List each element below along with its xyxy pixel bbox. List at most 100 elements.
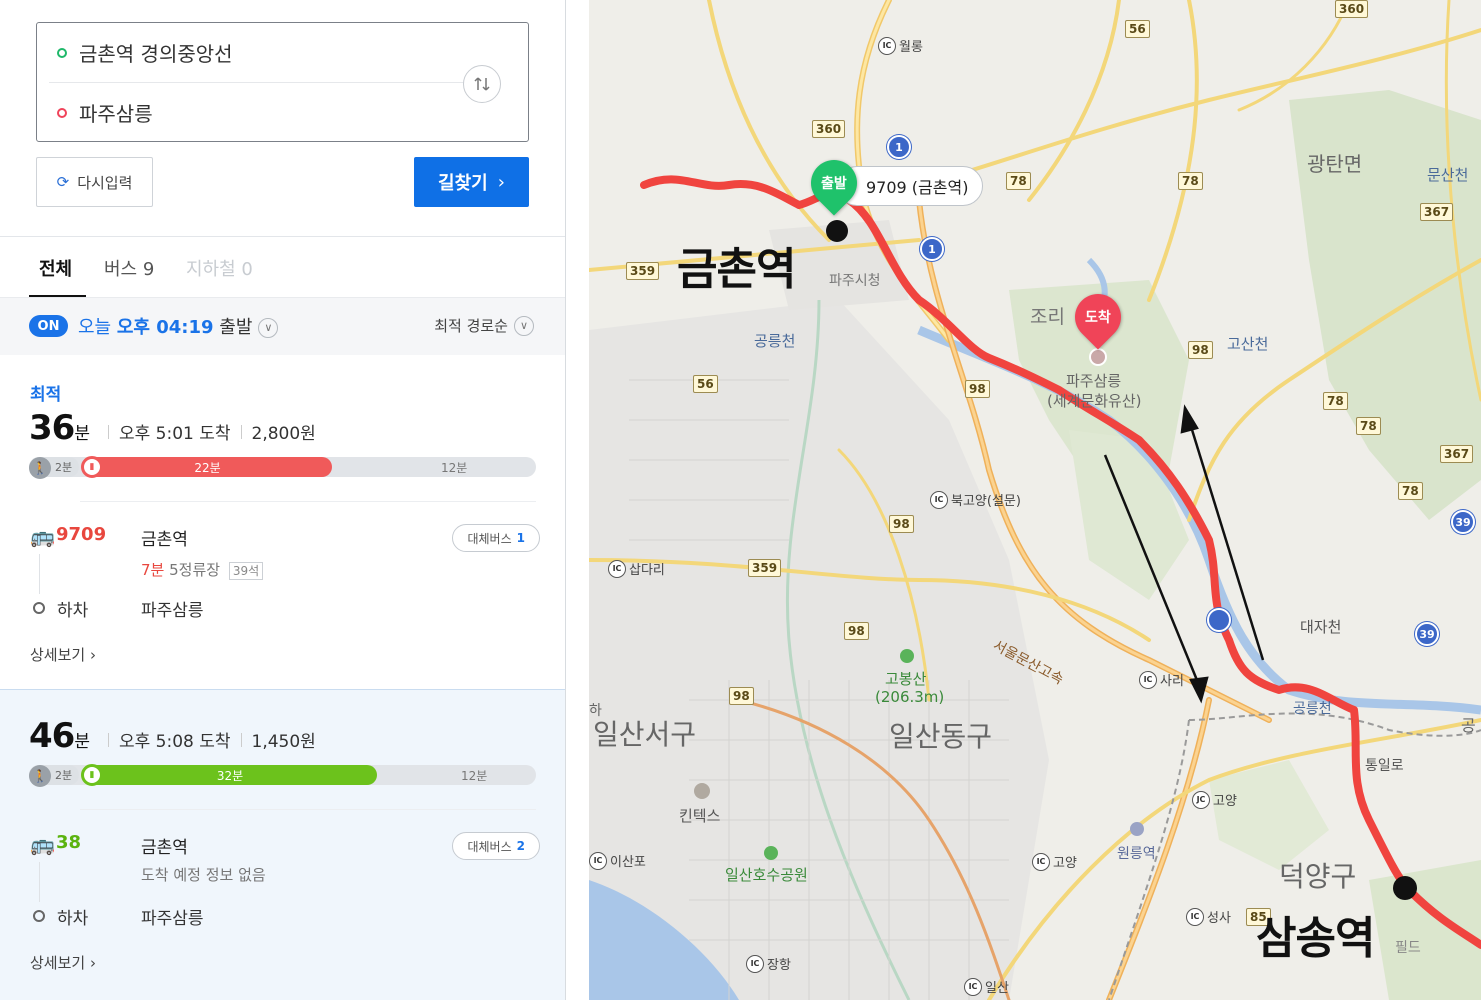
place-label: (세계문화유산) [1047,392,1142,410]
green-area [1209,760,1329,870]
route-details-link[interactable]: 상세보기 › [30,952,96,973]
walk-icon: 🚶 [29,457,51,479]
poi-dot [764,846,778,860]
ic-label: IC 삽다리 [608,559,665,578]
start-station-label: 금촌역 [677,244,796,295]
sort-label: 최적 경로순 [434,317,508,335]
alight-label: 하차 [57,908,89,929]
details-label: 상세보기 [30,954,86,972]
boarding-stop: 금촌역 [141,838,188,858]
alt-bus-count: 2 [516,839,525,853]
wait-time: 7분 [141,561,165,579]
end-marker-label: 도착 [1085,310,1111,327]
road-number-badge: 78 [1323,392,1348,410]
route-input-box: 금촌역 경의중앙선 파주삼릉 [36,22,529,142]
departure-time: 오후 04:19 [116,317,214,338]
destination-field[interactable]: 파주삼릉 [37,83,457,142]
details-label: 상세보기 [30,646,86,664]
summary-separator [240,733,242,747]
walk-duration: 2분 [55,769,73,782]
road-number-badge: 78 [1398,482,1423,500]
search-route-button[interactable]: 길찾기 › [414,157,529,207]
boarding-stop: 금촌역 [141,530,188,550]
origin-text: 금촌역 경의중앙선 [79,42,233,66]
district-label: 일산동구 [889,720,993,753]
reset-label: 다시입력 [77,173,133,192]
departure-time-selector[interactable]: 오늘 오후 04:19 출발 ∨ [78,313,279,339]
start-marker-label: 출발 [821,176,847,193]
alternate-bus-button[interactable]: 대체버스 1 [452,524,540,552]
road-number-badge: 359 [748,559,782,577]
route-details-link[interactable]: 상세보기 › [30,644,96,665]
alt-bus-label: 대체버스 [467,531,512,546]
arrival-time: 오후 5:08 도착 [118,732,231,752]
place-label: 원릉역 [1117,846,1156,862]
walk-segment: 🚶 2분 [29,457,79,479]
ic-icon: IC [930,490,948,509]
arrival-info: 7분 5정류장 39석 [141,559,264,580]
transport-tabs: 전체 버스 9 지하철 0 [0,237,565,298]
district-label: 덕양구 [1279,860,1357,893]
ic-label: IC 성사 [1186,907,1231,926]
green-bus-icon: 🚌 [30,832,55,856]
walk-icon: 🚶 [29,765,51,787]
place-label: 고봉산 [885,670,927,688]
road-number-badge: 98 [965,380,990,398]
start-station-dot [826,220,848,242]
no-arrival-info: 도착 예정 정보 없음 [141,866,266,884]
bus-number[interactable]: 38 [56,832,81,853]
destination-text: 파주삼릉 [79,102,153,126]
remaining-duration: 12분 [441,461,468,475]
route-card[interactable]: 최적 36 분 오후 5:01 도착 2,800원 🚶 2분 ▮ 22분 12분… [0,356,565,688]
end-station-label: 삼송역 [1256,913,1375,964]
alight-point-icon [33,602,45,614]
national-road-shield: 39 [1415,622,1439,646]
tab-bus[interactable]: 버스 9 [104,255,154,281]
route-minutes: 36 [29,408,75,448]
route-minutes-unit: 분 [74,732,90,752]
alight-stop: 파주삼릉 [141,600,204,621]
bus-number[interactable]: 9709 [56,524,106,545]
tab-subway[interactable]: 지하철 0 [186,255,253,281]
national-road-shield: 39 [1451,510,1475,534]
bus-ride-segment: ▮ 32분 [81,764,377,786]
road-number-badge: 78 [1178,172,1203,190]
route-card[interactable]: 46 분 오후 5:08 도착 1,450원 🚶 2분 ▮ 32분 12분 🚌 … [0,689,565,1000]
origin-field[interactable]: 금촌역 경의중앙선 [37,23,457,82]
road-number-badge: 98 [1188,341,1213,359]
ride-duration: 22분 [194,460,221,475]
route-connector-line [39,862,40,902]
place-label: 조리 [1030,306,1065,328]
chevron-down-icon: ∨ [514,316,534,336]
ic-icon: IC [589,851,607,870]
sort-selector[interactable]: 최적 경로순 ∨ [434,315,534,336]
alternate-bus-button[interactable]: 대체버스 2 [452,832,540,860]
place-label: 대자천 [1300,618,1342,636]
bus-boarding-row: 🚌 38 금촌역 대체버스 2 [30,832,540,862]
map-view[interactable]: 광탄면 문산천 조리 고산천 공릉천 파주삼릉 (세계문화유산) 파주시청 대자… [589,0,1481,1000]
reset-button[interactable]: ⟳ 다시입력 [36,157,153,207]
destination-dot-icon [57,107,67,118]
place-label: 광탄면 [1307,152,1363,176]
bus-ride-segment: ▮ 22분 [81,456,332,478]
realtime-on-badge[interactable]: ON [29,315,68,337]
tooltip-text: 9709 (금촌역) [866,178,969,197]
summary-separator [107,733,109,747]
swap-route-button[interactable] [463,65,501,103]
arrival-time: 오후 5:01 도착 [118,424,231,444]
national-road-shield: 1 [887,135,911,159]
ic-icon: IC [878,36,896,55]
ic-icon: IC [608,559,626,578]
ic-label: IC 고양 [1032,852,1077,871]
best-route-label: 최적 [30,385,62,405]
bus-stop-tooltip[interactable]: 9709 (금촌역) [837,166,984,206]
ic-icon: IC [746,954,764,973]
road-name-label: 통일로 [1365,758,1404,774]
card-divider [80,501,536,502]
ic-icon: IC [1139,670,1157,689]
chevron-down-icon: ∨ [258,318,279,338]
tab-all[interactable]: 전체 [39,255,72,281]
transit-point-marker [1207,608,1231,632]
road-number-badge: 360 [1335,0,1369,18]
jc-label: JC 고양 [1192,790,1237,809]
